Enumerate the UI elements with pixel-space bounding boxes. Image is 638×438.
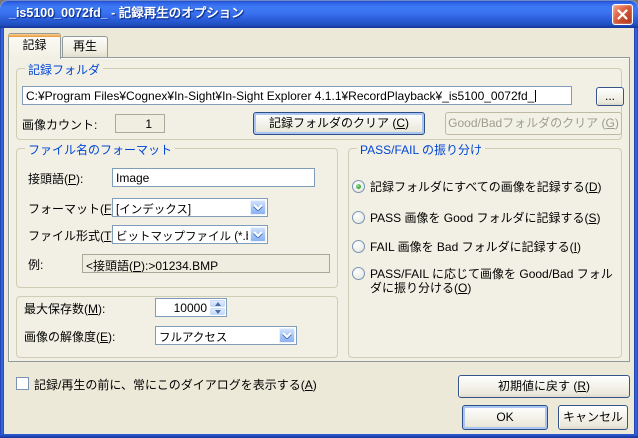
filename-format-group-title: ファイル名のフォーマット	[25, 141, 175, 158]
radio-button-icon	[352, 267, 365, 280]
image-count-label: 画像カウント:	[22, 118, 97, 132]
text-cursor	[535, 90, 536, 102]
format-dropdown[interactable]: [インデックス]	[112, 198, 268, 217]
window-frame-right	[634, 28, 638, 438]
pass-fail-group-title: PASS/FAIL の振り分け	[357, 141, 485, 158]
filetype-label: ファイル形式(T):	[28, 229, 119, 243]
window-frame-left	[0, 28, 4, 438]
max-save-count-label: 最大保存数(M):	[24, 302, 105, 316]
clear-record-folder-button[interactable]: 記録フォルダのクリア (C)	[253, 112, 425, 135]
image-resolution-label: 画像の解像度(E):	[24, 330, 115, 344]
chevron-down-icon[interactable]	[250, 227, 266, 242]
radio-label: 記録フォルダにすべての画像を記録する(D)	[370, 180, 601, 194]
tab-playback[interactable]: 再生	[62, 36, 108, 57]
format-value: [インデックス]	[116, 201, 248, 217]
tab-record-label: 記録	[22, 38, 46, 52]
radio-pass-to-good-folder[interactable]: PASS 画像を Good フォルダに記録する(S)	[352, 211, 614, 225]
close-icon	[616, 8, 629, 21]
tab-record[interactable]: 記録	[8, 33, 61, 59]
radio-sort-by-pass-fail[interactable]: PASS/FAIL に応じて画像を Good/Bad フォルダに振り分ける(O)	[352, 267, 614, 295]
cancel-button[interactable]: キャンセル	[558, 405, 628, 430]
radio-label: FAIL 画像を Bad フォルダに記録する(I)	[370, 240, 581, 254]
example-value: <接頭語(P):>01234.BMP	[82, 254, 330, 273]
spin-up-icon[interactable]	[210, 300, 225, 307]
radio-button-icon	[352, 180, 365, 193]
chevron-down-icon[interactable]	[279, 328, 295, 343]
filetype-value: ビットマップファイル (*.bmp)	[116, 228, 248, 244]
max-save-count-stepper[interactable]: 10000	[155, 298, 227, 317]
tab-playback-label: 再生	[73, 39, 97, 53]
format-label: フォーマット(F):	[28, 202, 119, 216]
radio-button-icon	[352, 240, 365, 253]
always-show-checkbox-label[interactable]: 記録/再生の前に、常にこのダイアログを表示する(A)	[34, 378, 317, 392]
record-folder-path-input[interactable]: C:¥Program Files¥Cognex¥In-Sight¥In-Sigh…	[22, 86, 572, 105]
example-label: 例:	[28, 258, 43, 272]
reset-defaults-button[interactable]: 初期値に戻す (R)	[458, 375, 630, 398]
image-resolution-value: フルアクセス	[159, 329, 277, 345]
close-button[interactable]	[612, 4, 633, 25]
prefix-input[interactable]	[112, 168, 315, 187]
always-show-checkbox[interactable]	[16, 377, 29, 390]
title-bar[interactable]: _is5100_0072fd_ - 記録再生のオプション	[0, 0, 638, 28]
radio-record-all-images[interactable]: 記録フォルダにすべての画像を記録する(D)	[352, 180, 614, 194]
spin-down-icon[interactable]	[210, 308, 225, 315]
radio-fail-to-bad-folder[interactable]: FAIL 画像を Bad フォルダに記録する(I)	[352, 240, 614, 254]
radio-label: PASS 画像を Good フォルダに記録する(S)	[370, 211, 601, 225]
radio-label: PASS/FAIL に応じて画像を Good/Bad フォルダに振り分ける(O)	[370, 267, 614, 295]
radio-button-icon	[352, 211, 365, 224]
ok-button[interactable]: OK	[462, 405, 548, 430]
filetype-dropdown[interactable]: ビットマップファイル (*.bmp)	[112, 225, 268, 244]
record-playback-options-dialog: _is5100_0072fd_ - 記録再生のオプション 記録 再生 記録フォル…	[0, 0, 638, 438]
prefix-label: 接頭語(P):	[28, 172, 83, 186]
window-title: _is5100_0072fd_ - 記録再生のオプション	[9, 0, 244, 27]
record-folder-path-value: C:¥Program Files¥Cognex¥In-Sight¥In-Sigh…	[26, 89, 534, 103]
max-save-count-value: 10000	[174, 301, 207, 315]
image-count-value: 1	[115, 114, 165, 133]
clear-good-bad-folder-button[interactable]: Good/Badフォルダのクリア (G)	[445, 112, 622, 135]
image-resolution-dropdown[interactable]: フルアクセス	[155, 326, 297, 345]
chevron-down-icon[interactable]	[250, 200, 266, 215]
window-frame-bottom	[0, 434, 638, 438]
record-folder-group-title: 記録フォルダ	[25, 61, 103, 78]
browse-folder-button[interactable]: ...	[596, 87, 624, 106]
